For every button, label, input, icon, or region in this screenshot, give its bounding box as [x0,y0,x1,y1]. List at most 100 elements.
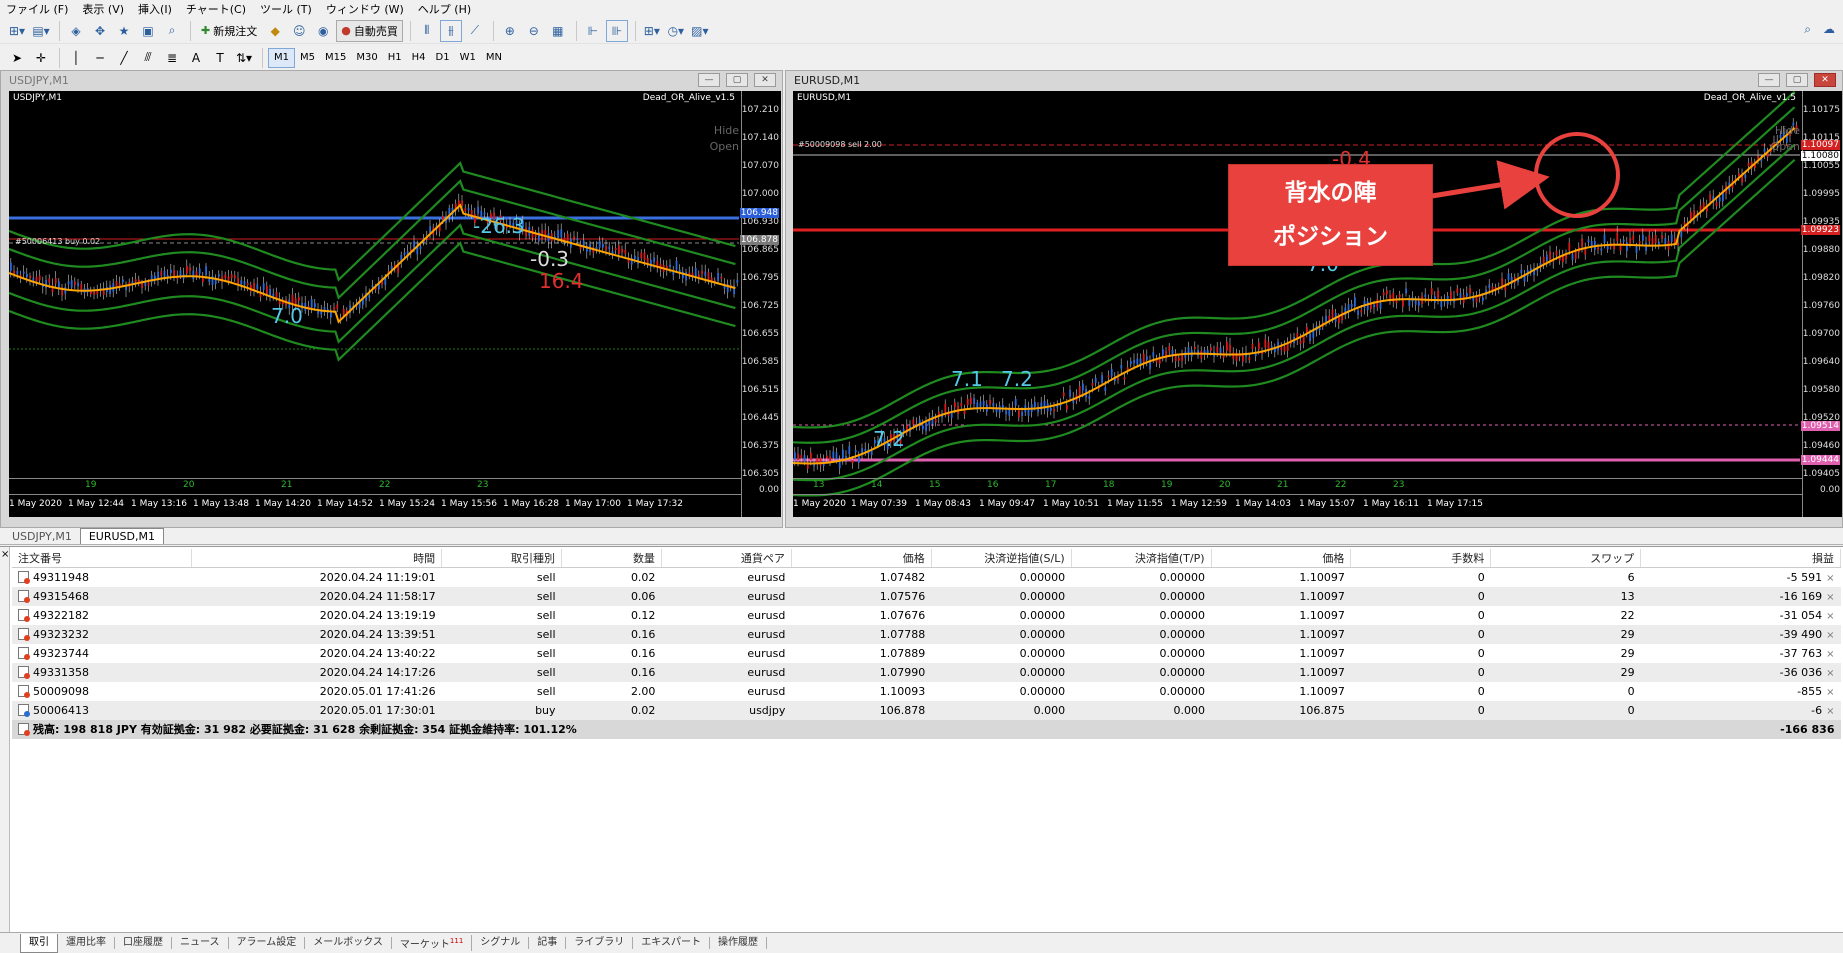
terminal-icon[interactable]: ▣ [137,20,159,42]
tab-signals[interactable]: シグナル [472,937,530,949]
trendline-icon[interactable]: ╱ [113,47,135,69]
price-chart[interactable]: EURUSD,M1 Dead_OR_Alive_v1.5 Hide Open #… [793,91,1842,517]
table-row[interactable]: 49311948 2020.04.24 11:19:01 sell 0.02 eurus… [12,568,1841,587]
periods-icon[interactable]: ◷▾ [665,20,687,42]
menu-help[interactable]: ヘルプ (H) [412,1,479,17]
tab-articles[interactable]: 記事 [529,937,567,949]
close-button[interactable]: ✕ [754,73,776,87]
close-button[interactable]: ✕ [1814,73,1836,87]
auto-trade-button[interactable]: ● 自動売買 [336,19,403,42]
tab-library[interactable]: ライブラリ [566,937,634,949]
tab-history[interactable]: 口座履歴 [115,937,172,949]
maximize-button[interactable]: ▢ [726,73,748,87]
text-label-icon[interactable]: T [209,47,231,69]
close-order-icon[interactable]: × [1822,687,1834,698]
column-header[interactable]: 決済逆指値(S/L) [931,549,1072,568]
close-order-icon[interactable]: × [1822,630,1834,641]
menu-file[interactable]: ファイル (F) [0,1,76,17]
close-icon[interactable]: × [1,549,9,560]
table-row[interactable]: 49331358 2020.04.24 14:17:26 sell 0.16 eurus… [12,662,1841,682]
navigator-icon[interactable]: ★ [113,20,135,42]
open-label[interactable]: Open [1771,140,1800,153]
bar-chart-icon[interactable]: ⫴ [416,20,438,42]
column-header[interactable]: 決済指値(T/P) [1071,549,1212,568]
timeframe-w1[interactable]: W1 [455,48,481,68]
timeframe-h4[interactable]: H4 [407,48,431,68]
column-header[interactable]: 手数料 [1350,549,1492,568]
timeframe-m30[interactable]: M30 [351,48,382,68]
tab-trade[interactable]: 取引 [20,933,58,953]
table-row[interactable]: 50006413 2020.05.01 17:30:01 buy 0.02 usdjpy… [12,700,1841,720]
channel-icon[interactable]: ⫻ [137,47,159,69]
price-chart[interactable]: USDJPY,M1 Dead_OR_Alive_v1.5 Hide Open #… [9,91,781,517]
table-row[interactable]: 49315468 2020.04.24 11:58:17 sell 0.06 eurus… [12,586,1841,606]
indicators-icon[interactable]: ⊞▾ [641,20,663,42]
new-order-button[interactable]: ✚ 新規注文 [196,20,262,42]
chart-shift-icon[interactable]: ⊩ [582,20,604,42]
column-header[interactable]: 価格 [1211,549,1352,568]
column-header[interactable]: 損益 [1640,549,1841,568]
metaeditor-icon[interactable]: ◆ [264,20,286,42]
profiles-icon[interactable]: ▤▾ [30,20,52,42]
column-header[interactable]: 数量 [561,549,662,568]
crosshair-icon[interactable]: ✛ [30,47,52,69]
menu-view[interactable]: 表示 (V) [76,1,132,17]
chart-tab-usdjpy[interactable]: USDJPY,M1 [4,529,80,544]
vertical-line-icon[interactable]: │ [65,47,87,69]
tab-journal[interactable]: 操作履歴 [710,937,767,949]
timeframe-m1[interactable]: M1 [268,47,295,68]
timeframe-m15[interactable]: M15 [320,48,351,68]
tab-mailbox[interactable]: メールボックス [305,937,392,949]
column-header[interactable]: 通貨ペア [661,549,792,568]
chart-tab-eurusd[interactable]: EURUSD,M1 [79,528,164,544]
cursor-icon[interactable]: ➤ [6,47,28,69]
zoom-in-icon[interactable]: ⊕ [499,20,521,42]
close-order-icon[interactable]: × [1822,592,1834,603]
timeframe-d1[interactable]: D1 [431,48,455,68]
hide-label[interactable]: Hide [714,124,739,137]
tab-alerts[interactable]: アラーム設定 [229,937,306,949]
close-order-icon[interactable]: × [1822,706,1834,717]
timeframe-h1[interactable]: H1 [383,48,407,68]
menu-window[interactable]: ウィンドウ (W) [320,1,412,17]
open-label[interactable]: Open [710,140,739,153]
close-order-icon[interactable]: × [1822,649,1834,660]
community-icon[interactable]: ☁ [1823,22,1835,37]
signals-icon[interactable]: ◉ [312,20,334,42]
table-row[interactable]: 49323744 2020.04.24 13:40:22 sell 0.16 eurus… [12,644,1841,663]
new-chart-icon[interactable]: ⊞▾ [6,20,28,42]
column-header[interactable]: 取引種別 [441,549,563,568]
fibonacci-icon[interactable]: ≣ [161,47,183,69]
table-row[interactable]: 49323232 2020.04.24 13:39:51 sell 0.16 eurus… [12,624,1841,644]
text-icon[interactable]: A [185,47,207,69]
menu-insert[interactable]: 挿入(I) [132,1,180,17]
column-header[interactable]: 価格 [791,549,932,568]
close-order-icon[interactable]: × [1822,668,1834,679]
tab-exposure[interactable]: 運用比率 [58,937,115,949]
autoscroll-icon[interactable]: ⊪ [605,19,628,42]
tab-experts[interactable]: エキスパート [633,937,710,949]
maximize-button[interactable]: ▢ [1786,73,1808,87]
hide-label[interactable]: Hide [1775,124,1800,137]
tile-windows-icon[interactable]: ▦ [547,20,569,42]
search-icon[interactable]: ⌕ [1804,22,1811,37]
data-window-icon[interactable]: ✥ [89,20,111,42]
menu-chart[interactable]: チャート(C) [180,1,254,17]
candle-chart-icon[interactable]: ⫵ [439,19,462,42]
table-row[interactable]: 49322182 2020.04.24 13:19:19 sell 0.12 eurus… [12,606,1841,625]
tester-icon[interactable]: ⌕ [161,20,183,42]
column-header[interactable]: スワップ [1490,549,1642,568]
line-chart-icon[interactable]: ⟋ [464,20,486,42]
close-order-icon[interactable]: × [1822,611,1834,622]
column-header[interactable]: 時間 [191,549,443,568]
zoom-out-icon[interactable]: ⊖ [523,20,545,42]
close-order-icon[interactable]: × [1822,573,1834,584]
tab-news[interactable]: ニュース [172,937,229,949]
column-header[interactable]: 注文番号 [12,549,193,568]
timeframe-mn[interactable]: MN [481,48,507,68]
menu-tools[interactable]: ツール (T) [254,1,320,17]
minimize-button[interactable]: — [698,73,720,87]
arrows-icon[interactable]: ⇅▾ [233,47,255,69]
experts-icon[interactable]: ☺ [288,20,310,42]
table-row[interactable]: 50009098 2020.05.01 17:41:26 sell 2.00 eurus… [12,682,1841,701]
